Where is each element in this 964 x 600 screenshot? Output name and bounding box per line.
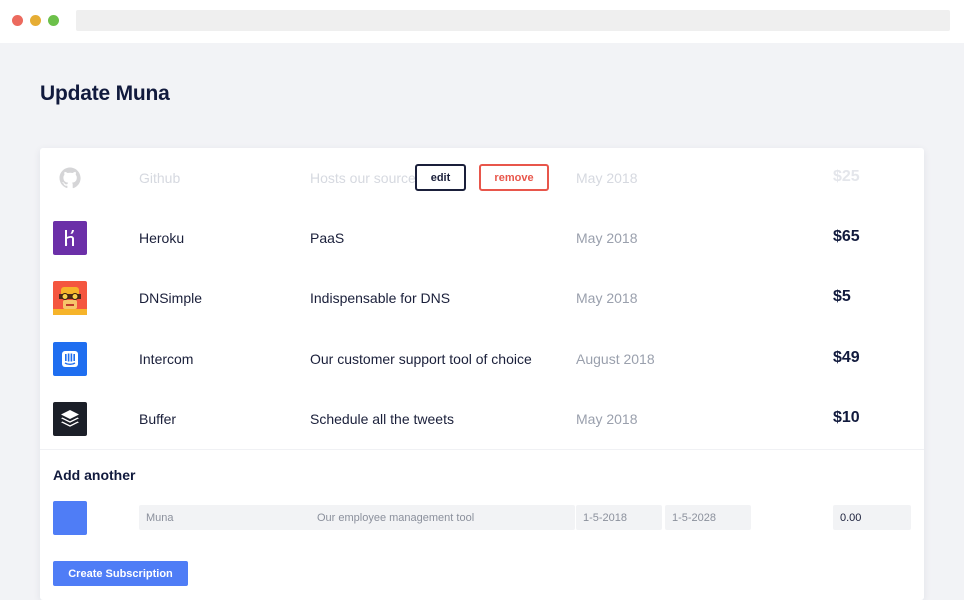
subscription-price: $5 — [833, 288, 851, 305]
section-divider — [40, 449, 924, 450]
subscription-name: DNSimple — [139, 290, 203, 306]
subscription-row-github[interactable]: Github Hosts our source May 2018 $25 edi… — [40, 148, 924, 208]
heroku-icon — [53, 221, 87, 255]
intercom-icon — [53, 342, 87, 376]
subscription-row-dnsimple[interactable]: DNSimple Indispensable for DNS May 2018 … — [40, 268, 924, 328]
subscription-description: Schedule all the tweets — [310, 411, 454, 427]
dnsimple-icon — [53, 281, 87, 315]
minimize-window-dot[interactable] — [30, 15, 41, 26]
subscription-date: May 2018 — [576, 411, 638, 427]
subscription-description: PaaS — [310, 230, 345, 246]
subscription-date: May 2018 — [576, 230, 638, 246]
github-icon — [53, 161, 87, 195]
maximize-window-dot[interactable] — [48, 15, 59, 26]
start-date-input[interactable] — [576, 505, 662, 530]
subscription-description: Our customer support tool of choice — [310, 351, 532, 367]
description-input[interactable] — [310, 505, 575, 530]
subscription-description: Hosts our source — [310, 170, 416, 186]
logo-color-swatch[interactable] — [53, 501, 87, 535]
subscription-name: Github — [139, 170, 181, 186]
subscription-description: Indispensable for DNS — [310, 290, 451, 306]
buffer-icon — [53, 402, 87, 436]
subscription-price: $10 — [833, 409, 860, 426]
edit-button[interactable]: edit — [415, 164, 466, 191]
subscription-date: May 2018 — [576, 290, 638, 306]
address-bar[interactable] — [76, 10, 950, 31]
subscription-date: August 2018 — [576, 351, 655, 367]
subscription-name: Buffer — [139, 411, 177, 427]
create-subscription-button[interactable]: Create Subscription — [53, 561, 188, 586]
subscriptions-card: Github Hosts our source May 2018 $25 edi… — [40, 148, 924, 600]
subscription-price: $25 — [833, 168, 860, 185]
end-date-input[interactable] — [665, 505, 751, 530]
subscription-row-intercom[interactable]: Intercom Our customer support tool of ch… — [40, 329, 924, 389]
name-input[interactable] — [139, 505, 303, 530]
subscription-price: $65 — [833, 228, 860, 245]
subscription-row-heroku[interactable]: Heroku PaaS May 2018 $65 — [40, 208, 924, 268]
subscription-date: May 2018 — [576, 170, 638, 186]
remove-button[interactable]: remove — [479, 164, 549, 191]
price-input[interactable] — [833, 505, 911, 530]
add-another-heading: Add another — [53, 467, 136, 483]
subscription-row-buffer[interactable]: Buffer Schedule all the tweets May 2018 … — [40, 389, 924, 449]
subscription-name: Heroku — [139, 230, 185, 246]
subscription-price: $49 — [833, 349, 860, 366]
page-title: Update Muna — [40, 82, 170, 105]
browser-chrome — [0, 0, 964, 43]
close-window-dot[interactable] — [12, 15, 23, 26]
subscription-name: Intercom — [139, 351, 194, 367]
